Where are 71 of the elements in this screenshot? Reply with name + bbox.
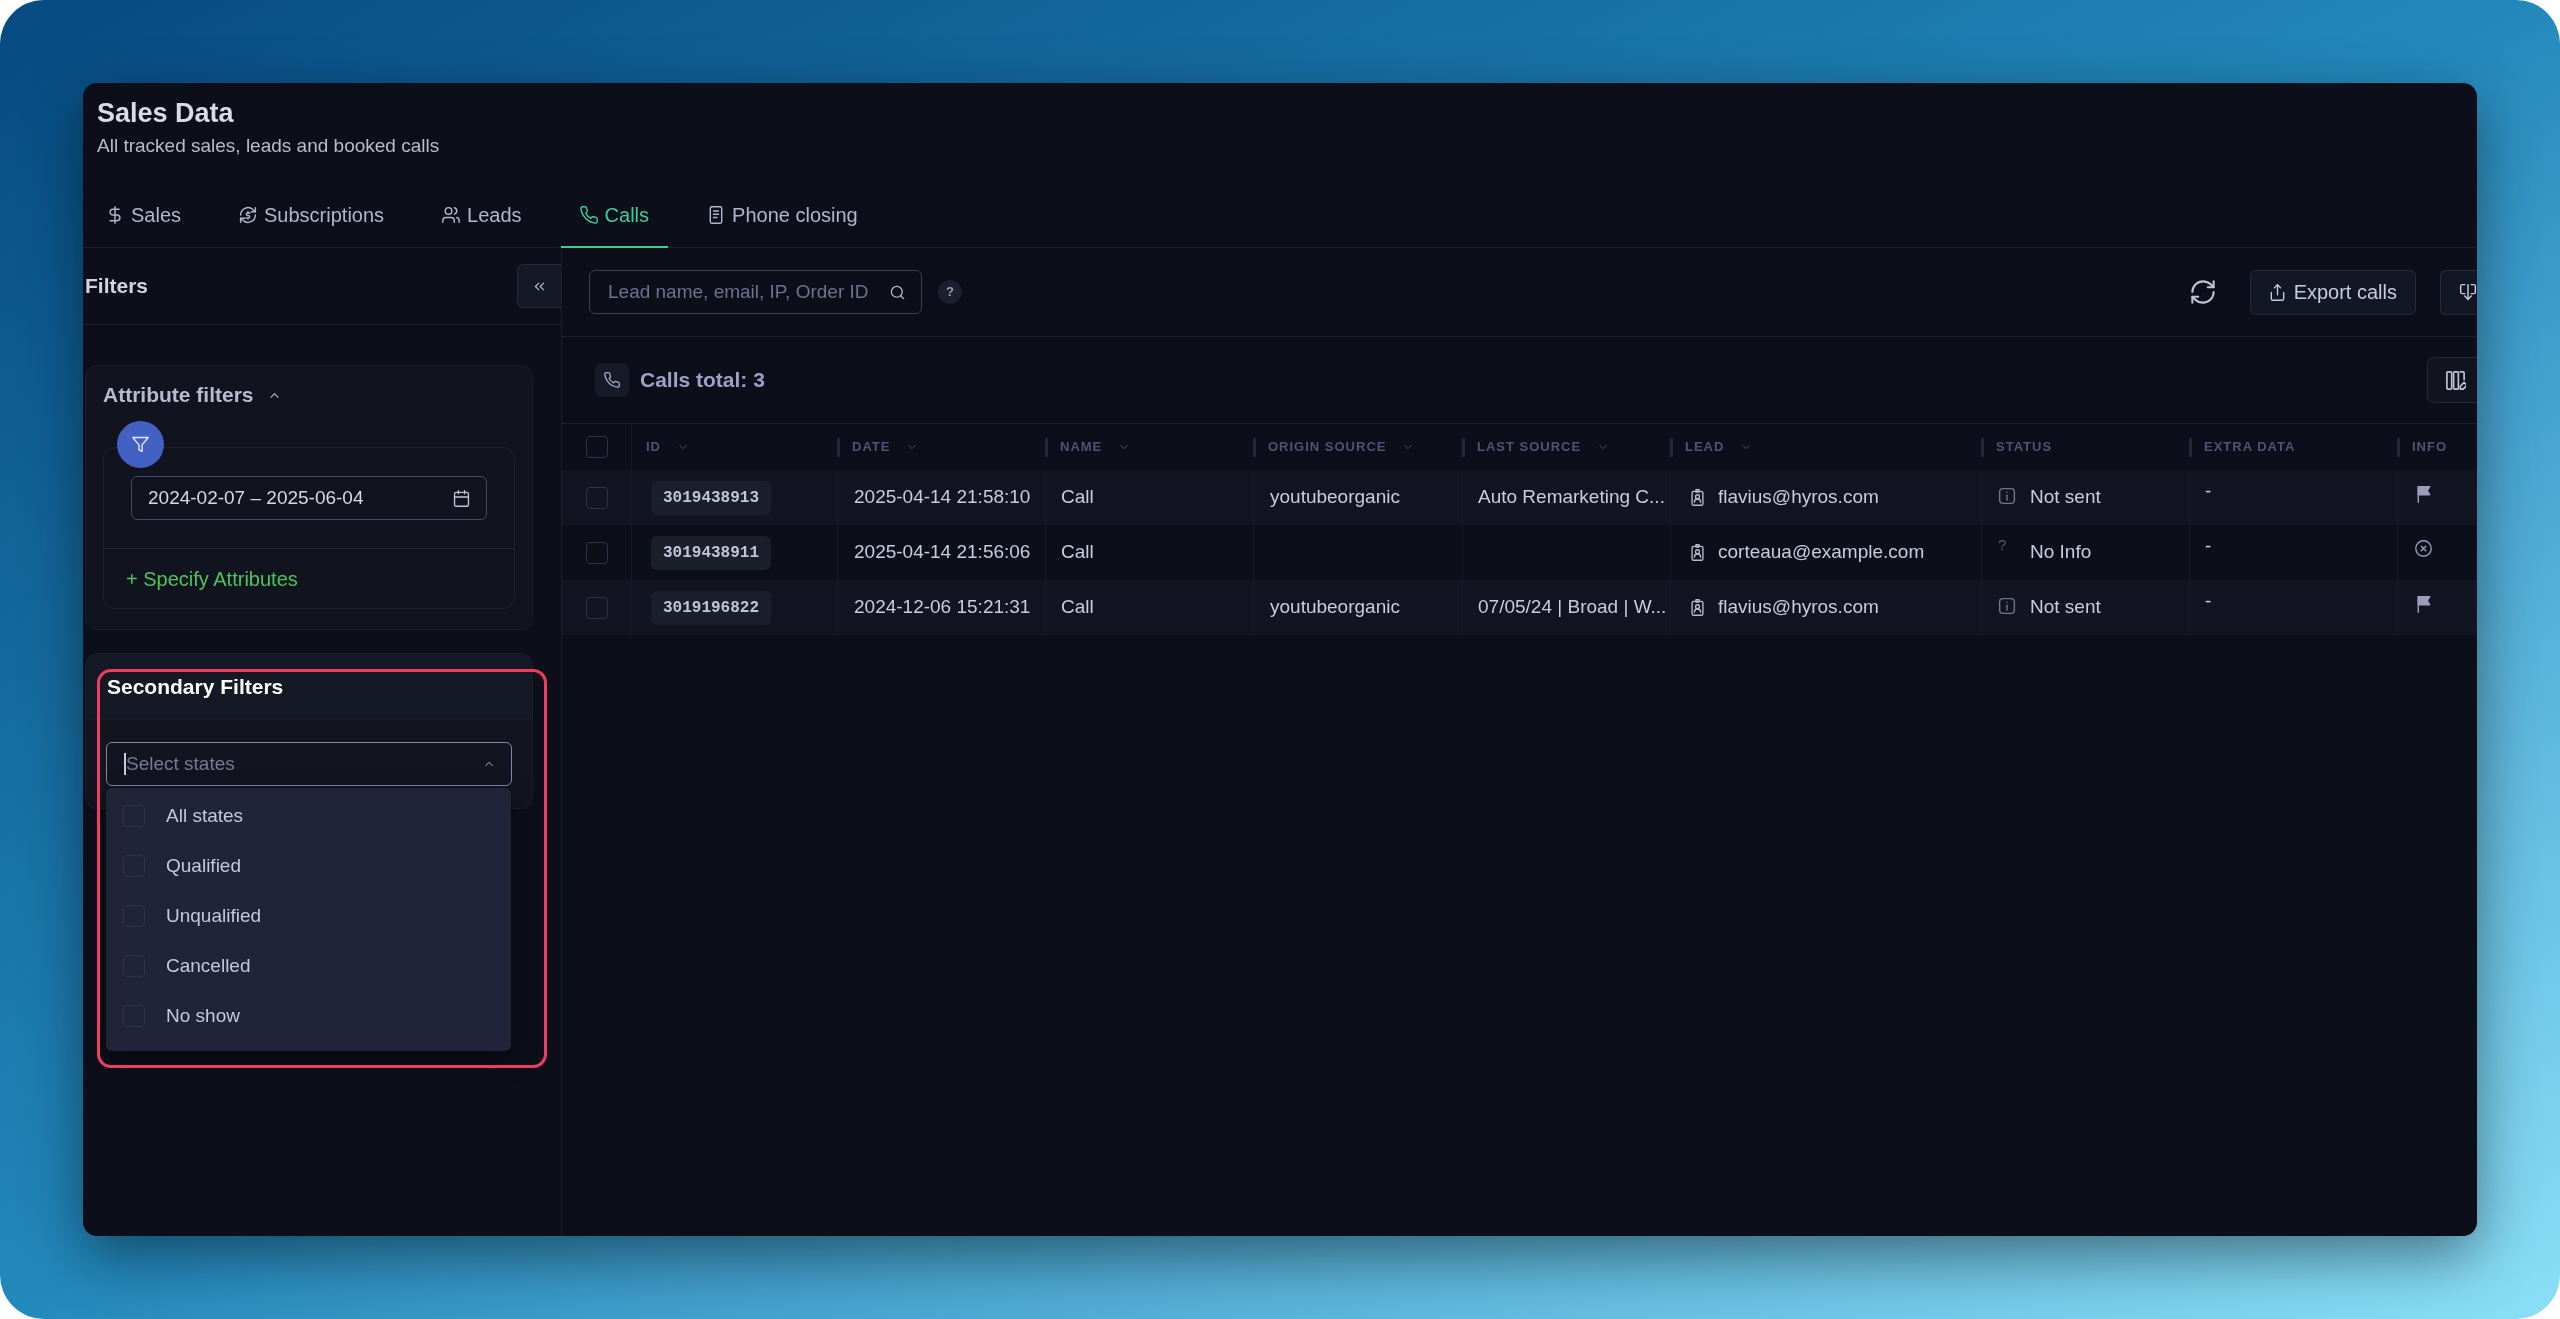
select-field[interactable]: Select states — [106, 742, 512, 786]
id-badge-icon — [1689, 489, 1706, 506]
phone-icon — [595, 363, 629, 397]
lead-email: flavius@hyros.com — [1718, 485, 1879, 510]
date-range-field[interactable]: 2024-02-07 – 2025-06-04 — [131, 476, 487, 520]
collapse-button[interactable] — [517, 264, 561, 308]
page-subtitle: All tracked sales, leads and booked calls — [97, 134, 440, 158]
id-badge-icon — [1689, 544, 1706, 561]
question-mark-icon: ? — [1998, 535, 2016, 554]
column-header: STATUS — [1996, 438, 2053, 457]
page-title: Sales Data — [97, 97, 234, 129]
call-id: 3019196822 — [651, 590, 771, 625]
status-label: Not sent — [2030, 595, 2101, 620]
section-title: Attribute filters — [103, 382, 254, 409]
dollar-icon — [106, 206, 124, 224]
dropdown-option[interactable]: No show — [106, 991, 511, 1041]
status-label: Not sent — [2030, 485, 2101, 510]
refresh-icon[interactable] — [2189, 279, 2216, 305]
search-field[interactable]: Lead name, email, IP, Order ID — [589, 270, 922, 314]
add-attributes-link[interactable]: + Specify Attributes — [126, 563, 298, 594]
last-source: 07/05/24 | Broad | W... — [1478, 595, 1667, 620]
call-name: Call — [1061, 485, 1094, 510]
extra-data: - — [2205, 589, 2212, 614]
lead-email: flavius@hyros.com — [1718, 595, 1879, 620]
tab[interactable]: Sales — [87, 184, 201, 248]
column-header: EXTRA DATA — [2204, 438, 2296, 457]
columns-icon — [2445, 369, 2466, 391]
call-date: 2024-12-06 15:21:31 — [854, 595, 1031, 620]
tab[interactable]: Phone closing — [688, 184, 877, 248]
call-name: Call — [1061, 595, 1094, 620]
last-source: Auto Remarketing C... — [1478, 485, 1665, 510]
extra-data: - — [2205, 479, 2212, 504]
text-cursor — [124, 753, 126, 775]
section-title: Secondary Filters — [107, 673, 284, 700]
filter-icon[interactable] — [117, 421, 164, 468]
call-date: 2025-04-14 21:56:06 — [854, 540, 1031, 565]
phone-icon — [579, 206, 598, 224]
call-name: Call — [1061, 540, 1094, 565]
users-icon — [442, 206, 461, 224]
refresh-dollar-icon — [239, 206, 258, 224]
calendar-icon — [453, 489, 470, 507]
call-id: 3019438913 — [651, 480, 771, 515]
row-checkbox[interactable] — [585, 541, 608, 564]
origin-source: youtubeorganic — [1270, 485, 1400, 510]
tab[interactable]: Subscriptions — [220, 184, 404, 248]
calls-total: Calls total: 3 — [640, 367, 765, 394]
column-header: INFO — [2412, 438, 2448, 457]
extra-data: - — [2205, 534, 2212, 559]
origin-source: youtubeorganic — [1270, 595, 1400, 620]
tab[interactable]: Leads — [423, 184, 541, 248]
row-checkbox[interactable] — [585, 596, 608, 619]
dropdown-option[interactable]: All states — [106, 791, 511, 841]
help-button[interactable]: ? — [938, 280, 962, 304]
export-button[interactable]: Export calls — [2249, 269, 2416, 315]
download-button[interactable] — [2440, 269, 2477, 315]
status-label: No Info — [2030, 540, 2092, 565]
download-icon — [2459, 283, 2477, 301]
panel-title: Filters — [85, 273, 149, 300]
call-id: 3019438911 — [651, 535, 771, 570]
upload-icon — [2268, 283, 2286, 301]
search-icon — [890, 284, 905, 300]
call-date: 2025-04-14 21:58:10 — [854, 485, 1031, 510]
row-checkbox[interactable] — [585, 486, 608, 509]
lead-email: corteaua@example.com — [1718, 540, 1925, 565]
dropdown-option[interactable]: Cancelled — [106, 941, 511, 991]
id-badge-icon — [1689, 599, 1706, 616]
tab[interactable]: Calls — [560, 184, 669, 248]
dropdown-option[interactable]: Qualified — [106, 841, 511, 891]
columns-button[interactable] — [2427, 357, 2477, 403]
select-all-checkbox[interactable] — [585, 436, 608, 458]
dropdown-option[interactable]: Unqualified — [106, 891, 511, 941]
